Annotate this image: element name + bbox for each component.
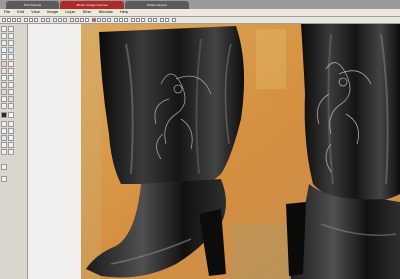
copy-icon[interactable] <box>29 18 33 22</box>
line-tool-icon[interactable] <box>8 82 14 88</box>
navigator-tool-icon[interactable] <box>1 149 7 155</box>
menu-file[interactable]: File <box>4 10 10 14</box>
info-tool-icon[interactable] <box>8 149 14 155</box>
dodge-tool-icon[interactable] <box>1 68 7 74</box>
info-icon[interactable] <box>165 18 169 22</box>
channel-tool-icon[interactable] <box>8 135 14 141</box>
ruler-icon[interactable] <box>153 18 157 22</box>
shape-icon[interactable] <box>136 18 140 22</box>
stop-icon[interactable] <box>92 18 96 22</box>
save-icon[interactable] <box>12 18 16 22</box>
open-file-icon[interactable] <box>7 18 11 22</box>
pen-tool-icon[interactable] <box>8 68 14 74</box>
tab-label: Hot Canvas <box>23 3 42 7</box>
clone-tool-icon[interactable] <box>1 54 7 60</box>
mask-mode-icon[interactable] <box>8 121 14 127</box>
select-icon[interactable] <box>97 18 101 22</box>
swap-colors-icon[interactable] <box>1 121 7 127</box>
tab-hot-canvas[interactable]: Hot Canvas <box>6 1 59 9</box>
crop-icon[interactable] <box>85 18 89 22</box>
help-icon[interactable] <box>160 18 164 22</box>
menu-layer[interactable]: Layer <box>65 10 75 14</box>
extra-tool-icon[interactable] <box>8 128 14 134</box>
cut-icon[interactable] <box>24 18 28 22</box>
measure-tool-icon[interactable] <box>1 103 7 109</box>
top-toolbar <box>0 17 400 24</box>
menu-image[interactable]: Image <box>47 10 58 14</box>
tab-photo-image-canvas[interactable]: Photo Image Canvas <box>60 1 124 9</box>
layer-icon[interactable] <box>70 18 74 22</box>
menu-filter[interactable]: Filter <box>83 10 92 14</box>
note-tool-icon[interactable] <box>8 103 14 109</box>
zoom-tool-icon[interactable] <box>1 96 7 102</box>
eyedropper-tool-icon[interactable] <box>8 89 14 95</box>
fit-icon[interactable] <box>63 18 67 22</box>
document-tab-bar: Hot Canvas Photo Image Canvas Pixels Lay… <box>0 0 400 9</box>
eraser-icon[interactable] <box>119 18 123 22</box>
settings-icon[interactable] <box>172 18 176 22</box>
eraser-tool-icon[interactable] <box>8 54 14 60</box>
zoom-out-icon[interactable] <box>58 18 62 22</box>
menu-edit[interactable]: Edit <box>17 10 24 14</box>
scroll-up-icon[interactable] <box>1 164 7 170</box>
screen-mode-icon[interactable] <box>1 128 7 134</box>
menu-help[interactable]: Help <box>120 10 128 14</box>
paste-icon[interactable] <box>34 18 38 22</box>
lasso-tool-icon[interactable] <box>8 33 14 39</box>
tab-label: Pixels Layers <box>147 3 167 7</box>
image-canvas[interactable] <box>81 24 400 279</box>
fill-tool-icon[interactable] <box>1 89 7 95</box>
undo-icon[interactable] <box>41 18 45 22</box>
tab-label: Photo Image Canvas <box>76 3 108 7</box>
redo-icon[interactable] <box>46 18 50 22</box>
menu-bar: File Edit View Image Layer Filter Window… <box>0 9 400 17</box>
tab-pixels-layers[interactable]: Pixels Layers <box>125 1 189 9</box>
pointer-tool-icon[interactable] <box>1 26 7 32</box>
boots-photo <box>81 24 400 279</box>
background-color-swatch[interactable] <box>8 112 14 118</box>
marquee-tool-icon[interactable] <box>1 33 7 39</box>
text-icon[interactable] <box>131 18 135 22</box>
hand-tool-icon[interactable] <box>8 26 14 32</box>
actions-tool-icon[interactable] <box>8 142 14 148</box>
move-icon[interactable] <box>102 18 106 22</box>
text-tool-icon[interactable] <box>1 75 7 81</box>
brush-icon[interactable] <box>114 18 118 22</box>
fill-icon[interactable] <box>124 18 128 22</box>
foreground-color-swatch[interactable] <box>1 112 7 118</box>
path-tool-icon[interactable] <box>8 75 14 81</box>
grid-icon[interactable] <box>148 18 152 22</box>
blur-tool-icon[interactable] <box>8 61 14 67</box>
zoom-in-icon[interactable] <box>53 18 57 22</box>
tool-palette <box>0 24 28 279</box>
pencil-tool-icon[interactable] <box>8 47 14 53</box>
line-icon[interactable] <box>141 18 145 22</box>
menu-window[interactable]: Window <box>99 10 113 14</box>
shape-tool-icon[interactable] <box>1 82 7 88</box>
brush-tool-icon[interactable] <box>1 47 7 53</box>
red-eye-tool-icon[interactable] <box>8 96 14 102</box>
scroll-down-icon[interactable] <box>1 176 7 182</box>
menu-view[interactable]: View <box>31 10 40 14</box>
print-icon[interactable] <box>17 18 21 22</box>
canvas-margin <box>28 24 81 279</box>
new-file-icon[interactable] <box>2 18 6 22</box>
layer-tool-icon[interactable] <box>1 135 7 141</box>
adjust-icon[interactable] <box>75 18 79 22</box>
crop-tool-icon[interactable] <box>8 40 14 46</box>
history-tool-icon[interactable] <box>1 142 7 148</box>
wand-tool-icon[interactable] <box>1 40 7 46</box>
filter-icon[interactable] <box>80 18 84 22</box>
rotate-icon[interactable] <box>107 18 111 22</box>
gradient-tool-icon[interactable] <box>1 61 7 67</box>
